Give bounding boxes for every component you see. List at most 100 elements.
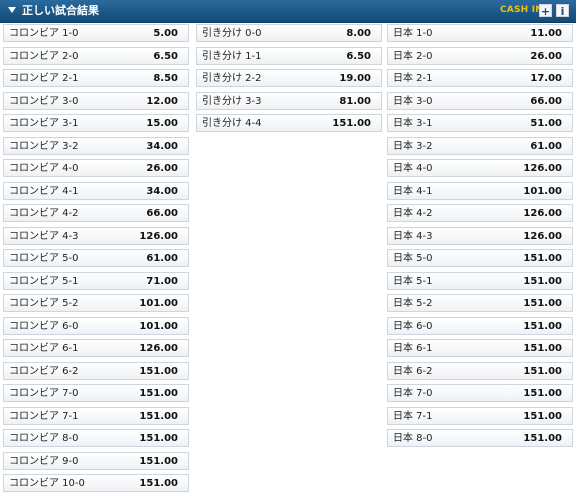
odds-button-japan-6[interactable]: 日本 4-0 126.00 — [387, 159, 573, 177]
odds-button-colombia-8[interactable]: コロンビア 4-2 66.00 — [3, 204, 189, 222]
odds-value: 26.00 — [530, 50, 562, 62]
odds-button-colombia-0[interactable]: コロンビア 1-0 5.00 — [3, 24, 189, 42]
selection-label: コロンビア 6-2 — [9, 365, 79, 377]
odds-button-colombia-18[interactable]: コロンビア 8-0 151.00 — [3, 429, 189, 447]
odds-button-colombia-4[interactable]: コロンビア 3-1 15.00 — [3, 114, 189, 132]
selection-label: コロンビア 3-0 — [9, 95, 79, 107]
odds-value: 151.00 — [523, 253, 562, 264]
odds-value: 101.00 — [139, 298, 178, 309]
odds-button-colombia-19[interactable]: コロンビア 9-0 151.00 — [3, 451, 189, 470]
selection-label: 日本 3-1 — [393, 118, 433, 129]
odds-button-japan-16[interactable]: 日本 7-0 151.00 — [387, 384, 573, 402]
odds-value: 34.00 — [146, 140, 178, 152]
odds-button-colombia-2[interactable]: コロンビア 2-1 8.50 — [3, 69, 189, 87]
odds-button-japan-13[interactable]: 日本 6-0 151.00 — [387, 316, 573, 335]
cash-in-label[interactable]: CASH IN — [500, 5, 543, 15]
odds-button-japan-8[interactable]: 日本 4-2 126.00 — [387, 204, 573, 222]
odds-button-draw-0[interactable]: 引き分け 0-0 8.00 — [196, 24, 382, 42]
odds-value: 151.00 — [139, 388, 178, 399]
odds-value: 151.00 — [523, 410, 562, 422]
odds-button-colombia-13[interactable]: コロンビア 6-0 101.00 — [3, 316, 189, 335]
selection-label: 引き分け 2-2 — [202, 73, 262, 84]
odds-button-colombia-9[interactable]: コロンビア 4-3 126.00 — [3, 226, 189, 245]
selection-label: 日本 7-1 — [393, 410, 433, 422]
odds-value: 61.00 — [530, 140, 562, 152]
odds-button-colombia-15[interactable]: コロンビア 6-2 151.00 — [3, 361, 189, 380]
selection-label: コロンビア 5-0 — [9, 253, 79, 264]
odds-button-colombia-3[interactable]: コロンビア 3-0 12.00 — [3, 91, 189, 110]
odds-value: 6.50 — [346, 50, 371, 62]
odds-value: 151.00 — [139, 433, 178, 444]
selection-label: コロンビア 2-1 — [9, 73, 79, 84]
odds-value: 151.00 — [139, 455, 178, 467]
odds-button-japan-0[interactable]: 日本 1-0 11.00 — [387, 24, 573, 42]
odds-button-colombia-6[interactable]: コロンビア 4-0 26.00 — [3, 159, 189, 177]
selection-label: コロンビア 6-0 — [9, 320, 79, 332]
selection-label: 引き分け 3-3 — [202, 95, 262, 107]
odds-value: 126.00 — [523, 163, 562, 174]
odds-button-japan-17[interactable]: 日本 7-1 151.00 — [387, 406, 573, 425]
selection-label: コロンビア 2-0 — [9, 50, 79, 62]
odds-value: 26.00 — [146, 163, 178, 174]
odds-value: 66.00 — [530, 95, 562, 107]
odds-button-japan-18[interactable]: 日本 8-0 151.00 — [387, 429, 573, 447]
selection-label: 日本 5-0 — [393, 253, 433, 264]
selection-label: コロンビア 1-0 — [9, 28, 79, 39]
odds-button-draw-4[interactable]: 引き分け 4-4 151.00 — [196, 114, 382, 132]
odds-value: 126.00 — [523, 208, 562, 219]
selection-label: 日本 2-1 — [393, 73, 433, 84]
info-icon[interactable]: i — [556, 4, 569, 18]
odds-value: 34.00 — [146, 185, 178, 197]
odds-button-draw-2[interactable]: 引き分け 2-2 19.00 — [196, 69, 382, 87]
odds-value: 151.00 — [523, 298, 562, 309]
selection-label: 日本 5-2 — [393, 298, 433, 309]
odds-value: 151.00 — [139, 410, 178, 422]
odds-button-japan-1[interactable]: 日本 2-0 26.00 — [387, 46, 573, 65]
selection-label: コロンビア 4-2 — [9, 208, 79, 219]
selection-label: 日本 5-1 — [393, 275, 433, 287]
selection-label: コロンビア 8-0 — [9, 433, 79, 444]
odds-button-colombia-14[interactable]: コロンビア 6-1 126.00 — [3, 339, 189, 357]
odds-button-japan-14[interactable]: 日本 6-1 151.00 — [387, 339, 573, 357]
add-icon[interactable]: + — [539, 4, 552, 18]
selection-label: 引き分け 0-0 — [202, 28, 262, 39]
collapse-arrow-icon[interactable] — [8, 7, 16, 13]
odds-button-colombia-11[interactable]: コロンビア 5-1 71.00 — [3, 271, 189, 290]
odds-button-japan-10[interactable]: 日本 5-0 151.00 — [387, 249, 573, 267]
odds-button-japan-4[interactable]: 日本 3-1 51.00 — [387, 114, 573, 132]
selection-label: 日本 7-0 — [393, 388, 433, 399]
odds-button-colombia-1[interactable]: コロンビア 2-0 6.50 — [3, 46, 189, 65]
selection-label: コロンビア 5-1 — [9, 275, 79, 287]
odds-value: 6.50 — [153, 50, 178, 62]
odds-button-japan-15[interactable]: 日本 6-2 151.00 — [387, 361, 573, 380]
market-header[interactable]: 正しい試合結果 CASH IN + i — [0, 0, 576, 23]
odds-button-draw-3[interactable]: 引き分け 3-3 81.00 — [196, 91, 382, 110]
odds-button-colombia-7[interactable]: コロンビア 4-1 34.00 — [3, 181, 189, 200]
odds-value: 81.00 — [339, 95, 371, 107]
selection-label: 日本 1-0 — [393, 28, 433, 39]
selection-label: コロンビア 4-0 — [9, 163, 79, 174]
odds-button-japan-3[interactable]: 日本 3-0 66.00 — [387, 91, 573, 110]
odds-value: 5.00 — [153, 28, 178, 39]
odds-button-colombia-17[interactable]: コロンビア 7-1 151.00 — [3, 406, 189, 425]
market-title: 正しい試合結果 — [22, 4, 99, 17]
selection-label: 日本 6-2 — [393, 365, 433, 377]
odds-button-japan-9[interactable]: 日本 4-3 126.00 — [387, 226, 573, 245]
odds-button-japan-2[interactable]: 日本 2-1 17.00 — [387, 69, 573, 87]
odds-button-colombia-12[interactable]: コロンビア 5-2 101.00 — [3, 294, 189, 312]
odds-button-japan-11[interactable]: 日本 5-1 151.00 — [387, 271, 573, 290]
odds-value: 17.00 — [530, 73, 562, 84]
odds-button-colombia-16[interactable]: コロンビア 7-0 151.00 — [3, 384, 189, 402]
odds-button-colombia-5[interactable]: コロンビア 3-2 34.00 — [3, 136, 189, 155]
odds-value: 15.00 — [146, 118, 178, 129]
odds-button-japan-7[interactable]: 日本 4-1 101.00 — [387, 181, 573, 200]
odds-button-colombia-10[interactable]: コロンビア 5-0 61.00 — [3, 249, 189, 267]
odds-value: 19.00 — [339, 73, 371, 84]
odds-button-japan-5[interactable]: 日本 3-2 61.00 — [387, 136, 573, 155]
odds-value: 151.00 — [523, 365, 562, 377]
odds-button-japan-12[interactable]: 日本 5-2 151.00 — [387, 294, 573, 312]
selection-label: 日本 6-0 — [393, 320, 433, 332]
selection-label: 日本 3-0 — [393, 95, 433, 107]
odds-button-colombia-20[interactable]: コロンビア 10-0 151.00 — [3, 474, 189, 492]
odds-button-draw-1[interactable]: 引き分け 1-1 6.50 — [196, 46, 382, 65]
